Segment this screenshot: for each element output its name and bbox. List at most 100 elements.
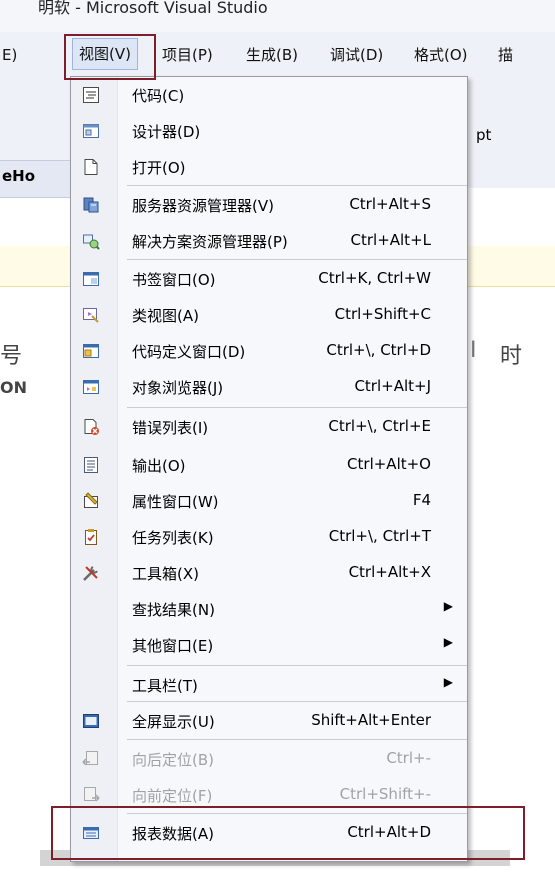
menu-item-shortcut: Ctrl+Shift+- bbox=[339, 785, 431, 803]
menu-item-fullscreen[interactable]: 全屏显示(U) Shift+Alt+Enter bbox=[71, 703, 467, 739]
document-tab-fragment[interactable]: eHo bbox=[0, 160, 70, 198]
report-data-icon bbox=[81, 823, 101, 843]
menu-item-label: 工具箱(X) bbox=[132, 565, 199, 583]
output-icon bbox=[81, 455, 101, 475]
menu-item-label: 书签窗口(O) bbox=[132, 271, 216, 289]
menu-item-shortcut: Ctrl+Alt+O bbox=[347, 455, 431, 473]
menu-format[interactable]: 格式(O) bbox=[414, 32, 468, 78]
menu-item-label: 工具栏(T) bbox=[132, 677, 198, 695]
menu-separator bbox=[127, 739, 467, 740]
task-list-icon bbox=[81, 527, 101, 547]
menu-item-error-list[interactable]: 错误列表(I) Ctrl+\, Ctrl+E bbox=[71, 409, 467, 445]
editor-char-partial: I bbox=[470, 338, 477, 363]
solution-explorer-icon bbox=[81, 231, 101, 251]
menu-item-output[interactable]: 输出(O) Ctrl+Alt+O bbox=[71, 447, 467, 483]
menu-bar: E) 视图(V) 项目(P) 生成(B) 调试(D) 格式(O) 描 bbox=[0, 32, 555, 79]
menu-item-report-data[interactable]: 报表数据(A) Ctrl+Alt+D bbox=[71, 815, 467, 851]
menu-item-label: 任务列表(K) bbox=[132, 529, 214, 547]
menu-item-properties[interactable]: 属性窗口(W) F4 bbox=[71, 483, 467, 519]
menu-item-server-explorer[interactable]: 服务器资源管理器(V) Ctrl+Alt+S bbox=[71, 187, 467, 223]
menu-item-label: 全屏显示(U) bbox=[132, 713, 215, 731]
menu-item-label: 代码(C) bbox=[132, 87, 185, 105]
editor-char-left: 号 bbox=[0, 344, 23, 369]
menu-item-label: 输出(O) bbox=[132, 457, 186, 475]
menu-item-other-windows[interactable]: 其他窗口(E) ▶ bbox=[71, 627, 467, 663]
menu-item-task-list[interactable]: 任务列表(K) Ctrl+\, Ctrl+T bbox=[71, 519, 467, 555]
menu-item-shortcut: Ctrl+\, Ctrl+T bbox=[328, 527, 431, 545]
menu-item-open[interactable]: 打开(O) bbox=[71, 149, 467, 185]
window-title: 明软 - Microsoft Visual Studio bbox=[38, 0, 268, 17]
menu-item-shortcut: Ctrl+\, Ctrl+E bbox=[328, 417, 431, 435]
server-explorer-icon bbox=[81, 195, 101, 215]
menu-item-shortcut: F4 bbox=[412, 491, 431, 509]
document-tab-label: eHo bbox=[2, 167, 36, 185]
menu-item-solution-explorer[interactable]: 解决方案资源管理器(P) Ctrl+Alt+L bbox=[71, 223, 467, 259]
editor-cell-left: ON bbox=[0, 378, 27, 397]
menu-item-code[interactable]: 代码(C) bbox=[71, 77, 467, 113]
menu-item-shortcut: Ctrl+Alt+L bbox=[350, 231, 432, 249]
menu-item-navigate-forward[interactable]: 向前定位(F) Ctrl+Shift+- bbox=[71, 777, 467, 813]
menu-item-shortcut: Ctrl+Alt+S bbox=[349, 195, 431, 213]
menu-item-label: 向前定位(F) bbox=[132, 787, 213, 805]
toolbox-icon bbox=[81, 563, 101, 583]
menu-item-shortcut: Ctrl+Alt+J bbox=[354, 377, 431, 395]
code-view-icon bbox=[81, 85, 101, 105]
menu-item-label: 错误列表(I) bbox=[132, 419, 209, 437]
menu-build[interactable]: 生成(B) bbox=[246, 32, 298, 78]
menu-item-label: 查找结果(N) bbox=[132, 601, 215, 619]
menu-item-label: 对象浏览器(J) bbox=[132, 379, 224, 397]
view-menu-dropdown: 代码(C) 设计器(D) 打开(O) 服务器资源管理器(V) Ctrl+Alt+… bbox=[70, 76, 468, 862]
menu-separator bbox=[127, 185, 467, 186]
menu-edit[interactable]: E) bbox=[2, 32, 17, 78]
class-view-icon bbox=[81, 305, 101, 325]
menu-item-designer[interactable]: 设计器(D) bbox=[71, 113, 467, 149]
menu-item-code-definition[interactable]: 代码定义窗口(D) Ctrl+\, Ctrl+D bbox=[71, 333, 467, 369]
window-title-bar: 明软 - Microsoft Visual Studio bbox=[0, 0, 555, 32]
menu-item-shortcut: Ctrl+- bbox=[386, 749, 431, 767]
menu-item-shortcut: Ctrl+Shift+C bbox=[334, 305, 431, 323]
menu-item-label: 报表数据(A) bbox=[132, 825, 214, 843]
submenu-arrow-icon: ▶ bbox=[443, 599, 453, 613]
menu-item-bookmark-window[interactable]: 书签窗口(O) Ctrl+K, Ctrl+W bbox=[71, 261, 467, 297]
object-browser-icon bbox=[81, 377, 101, 397]
toolbar-fragment-text: pt bbox=[476, 126, 492, 144]
menu-item-label: 代码定义窗口(D) bbox=[132, 343, 246, 361]
submenu-arrow-icon: ▶ bbox=[443, 635, 453, 649]
menu-item-shortcut: Ctrl+K, Ctrl+W bbox=[318, 269, 431, 287]
menu-partial[interactable]: 描 bbox=[498, 32, 513, 78]
navigate-forward-icon bbox=[81, 785, 101, 805]
menu-item-label: 解决方案资源管理器(P) bbox=[132, 233, 288, 251]
menu-item-toolbox[interactable]: 工具箱(X) Ctrl+Alt+X bbox=[71, 555, 467, 591]
menu-view[interactable]: 视图(V) bbox=[72, 38, 138, 70]
menu-separator bbox=[127, 259, 467, 260]
menu-project[interactable]: 项目(P) bbox=[162, 32, 213, 78]
editor-char-right: 时 bbox=[500, 344, 523, 369]
menu-separator bbox=[127, 407, 467, 408]
menu-item-shortcut: Ctrl+\, Ctrl+D bbox=[326, 341, 431, 359]
menu-item-find-results[interactable]: 查找结果(N) ▶ bbox=[71, 591, 467, 627]
submenu-arrow-icon: ▶ bbox=[443, 675, 453, 689]
error-list-icon bbox=[81, 417, 101, 437]
menu-item-label: 类视图(A) bbox=[132, 307, 199, 325]
menu-item-shortcut: Shift+Alt+Enter bbox=[311, 711, 431, 729]
menu-item-object-browser[interactable]: 对象浏览器(J) Ctrl+Alt+J bbox=[71, 369, 467, 405]
bookmark-window-icon bbox=[81, 269, 101, 289]
menu-item-shortcut: Ctrl+Alt+X bbox=[348, 563, 431, 581]
menu-item-label: 设计器(D) bbox=[132, 123, 201, 141]
menu-item-class-view[interactable]: 类视图(A) Ctrl+Shift+C bbox=[71, 297, 467, 333]
code-definition-icon bbox=[81, 341, 101, 361]
menu-item-label: 向后定位(B) bbox=[132, 751, 214, 769]
menu-debug[interactable]: 调试(D) bbox=[330, 32, 383, 78]
menu-separator bbox=[127, 813, 467, 814]
navigate-backward-icon bbox=[81, 749, 101, 769]
menu-item-label: 属性窗口(W) bbox=[132, 493, 219, 511]
menu-item-navigate-backward[interactable]: 向后定位(B) Ctrl+- bbox=[71, 741, 467, 777]
menu-item-toolbars[interactable]: 工具栏(T) ▶ bbox=[71, 667, 467, 703]
menu-item-shortcut: Ctrl+Alt+D bbox=[347, 823, 431, 841]
menu-item-label: 其他窗口(E) bbox=[132, 637, 214, 655]
menu-separator bbox=[127, 665, 467, 666]
menu-item-label: 打开(O) bbox=[132, 159, 186, 177]
toolbar-fragment bbox=[0, 78, 70, 168]
designer-icon bbox=[81, 121, 101, 141]
menu-item-label: 服务器资源管理器(V) bbox=[132, 197, 274, 215]
